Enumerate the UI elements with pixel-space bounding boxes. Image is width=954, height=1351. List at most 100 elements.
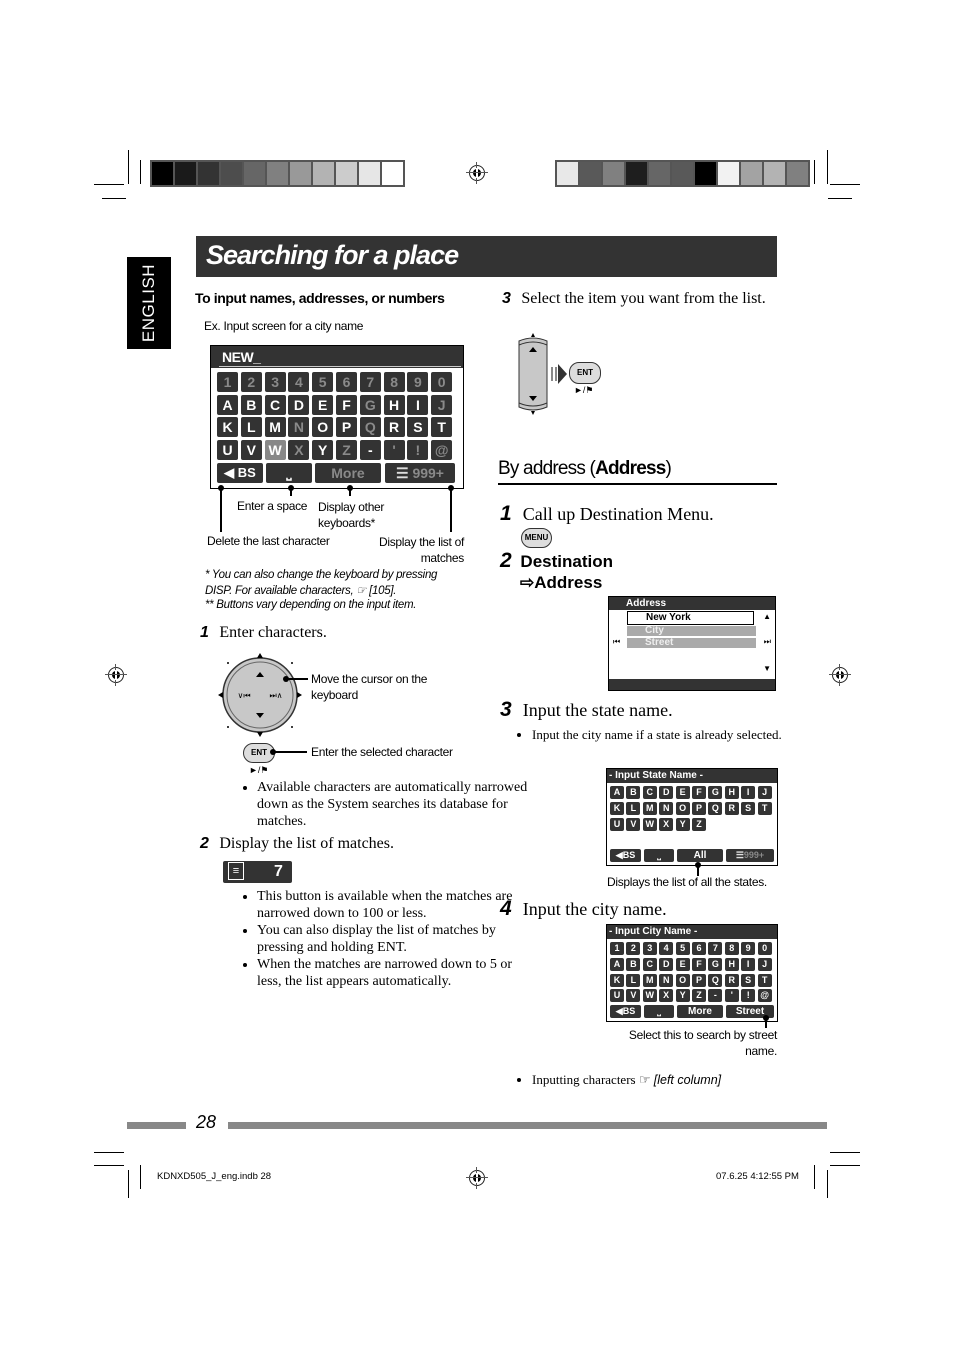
key-D[interactable]: D — [659, 957, 674, 971]
key-5[interactable]: 5 — [675, 942, 690, 955]
key-U[interactable]: U — [610, 817, 624, 831]
space-key[interactable]: ⎵ — [644, 849, 674, 862]
key-Z[interactable]: Z — [692, 817, 706, 831]
key-H[interactable]: H — [724, 957, 739, 971]
key-3[interactable]: 3 — [264, 372, 286, 392]
key-V[interactable]: V — [626, 817, 641, 831]
key-9[interactable]: 9 — [407, 372, 429, 392]
key-V[interactable]: V — [240, 439, 262, 460]
key-![interactable]: ! — [407, 439, 429, 460]
key-J[interactable]: J — [757, 957, 772, 971]
key-2[interactable]: 2 — [626, 942, 641, 955]
key-R[interactable]: R — [724, 973, 739, 987]
cross-reference-link[interactable]: [left column] — [654, 1073, 721, 1087]
key-F[interactable]: F — [692, 786, 706, 799]
key-6[interactable]: 6 — [692, 942, 706, 955]
backspace-key[interactable]: ◀BS — [610, 1005, 641, 1018]
key-Z[interactable]: Z — [692, 989, 706, 1003]
key-U[interactable]: U — [217, 439, 238, 460]
key-K[interactable]: K — [610, 801, 624, 815]
match-list-key[interactable]: ☰ 999+ — [385, 463, 455, 483]
scroll-down-icon[interactable]: ▼ — [763, 664, 771, 673]
key-J[interactable]: J — [757, 786, 772, 799]
key-4[interactable]: 4 — [288, 372, 310, 392]
key-Y[interactable]: Y — [675, 817, 690, 831]
space-key[interactable]: ⎵ — [644, 1005, 674, 1018]
key-1[interactable]: 1 — [610, 942, 624, 955]
key-@[interactable]: @ — [431, 439, 453, 460]
key-3[interactable]: 3 — [642, 942, 657, 955]
address-item-selected[interactable]: New York — [627, 611, 754, 625]
address-item-city[interactable]: City — [627, 626, 756, 636]
key-6[interactable]: 6 — [336, 372, 357, 392]
match-list-key[interactable]: ☰999+ — [726, 849, 774, 862]
key-S[interactable]: S — [407, 417, 429, 437]
key-M[interactable]: M — [642, 801, 657, 815]
key-K[interactable]: K — [217, 417, 238, 437]
key-C[interactable]: C — [642, 957, 657, 971]
key-B[interactable]: B — [626, 786, 641, 799]
key-A[interactable]: A — [610, 786, 624, 799]
ent-button[interactable]: ENT — [569, 362, 601, 384]
key-C[interactable]: C — [264, 394, 286, 415]
key-L[interactable]: L — [240, 417, 262, 437]
key-H[interactable]: H — [383, 394, 405, 415]
key-T[interactable]: T — [757, 801, 772, 815]
key-5[interactable]: 5 — [312, 372, 334, 392]
key-2[interactable]: 2 — [240, 372, 262, 392]
key-R[interactable]: R — [383, 417, 405, 437]
key-![interactable]: ! — [741, 989, 756, 1003]
key-7[interactable]: 7 — [708, 942, 723, 955]
key-L[interactable]: L — [626, 801, 641, 815]
key-N[interactable]: N — [659, 801, 674, 815]
key-X[interactable]: X — [659, 817, 674, 831]
key-O[interactable]: O — [312, 417, 334, 437]
key-0[interactable]: 0 — [431, 372, 453, 392]
key-1[interactable]: 1 — [217, 372, 238, 392]
key-P[interactable]: P — [336, 417, 357, 437]
key-E[interactable]: E — [675, 957, 690, 971]
key-E[interactable]: E — [675, 786, 690, 799]
key-V[interactable]: V — [626, 989, 641, 1003]
key-'[interactable]: ' — [383, 439, 405, 460]
key-Q[interactable]: Q — [359, 417, 381, 437]
key-S[interactable]: S — [741, 973, 756, 987]
key-P[interactable]: P — [692, 973, 706, 987]
key-C[interactable]: C — [642, 786, 657, 799]
key-G[interactable]: G — [359, 394, 381, 415]
key-Q[interactable]: Q — [708, 801, 723, 815]
key--[interactable]: - — [708, 989, 723, 1003]
key-K[interactable]: K — [610, 973, 624, 987]
key-Y[interactable]: Y — [675, 989, 690, 1003]
key-Y[interactable]: Y — [312, 439, 334, 460]
control-dial-icon[interactable]: ∨⏮ ⏭∧ — [215, 650, 305, 740]
space-key[interactable]: ⎵ — [266, 463, 312, 483]
all-key[interactable]: All — [677, 849, 723, 862]
more-key[interactable]: More — [677, 1005, 723, 1018]
key-4[interactable]: 4 — [659, 942, 674, 955]
key-W[interactable]: W — [642, 989, 657, 1003]
key-D[interactable]: D — [659, 786, 674, 799]
key-9[interactable]: 9 — [741, 942, 756, 955]
key-@[interactable]: @ — [757, 989, 772, 1003]
key-U[interactable]: U — [610, 989, 624, 1003]
key-M[interactable]: M — [642, 973, 657, 987]
key-T[interactable]: T — [757, 973, 772, 987]
menu-button[interactable]: MENU — [521, 528, 552, 548]
key-N[interactable]: N — [659, 973, 674, 987]
key-O[interactable]: O — [675, 973, 690, 987]
key-I[interactable]: I — [407, 394, 429, 415]
key-B[interactable]: B — [240, 394, 262, 415]
key-P[interactable]: P — [692, 801, 706, 815]
key-J[interactable]: J — [431, 394, 453, 415]
key-M[interactable]: M — [264, 417, 286, 437]
key-R[interactable]: R — [724, 801, 739, 815]
key-F[interactable]: F — [336, 394, 357, 415]
key-G[interactable]: G — [708, 957, 723, 971]
next-icon[interactable]: ⏭ — [764, 637, 771, 647]
key-A[interactable]: A — [217, 394, 238, 415]
key--[interactable]: - — [359, 439, 381, 460]
key-F[interactable]: F — [692, 957, 706, 971]
key-B[interactable]: B — [626, 957, 641, 971]
key-W[interactable]: W — [642, 817, 657, 831]
